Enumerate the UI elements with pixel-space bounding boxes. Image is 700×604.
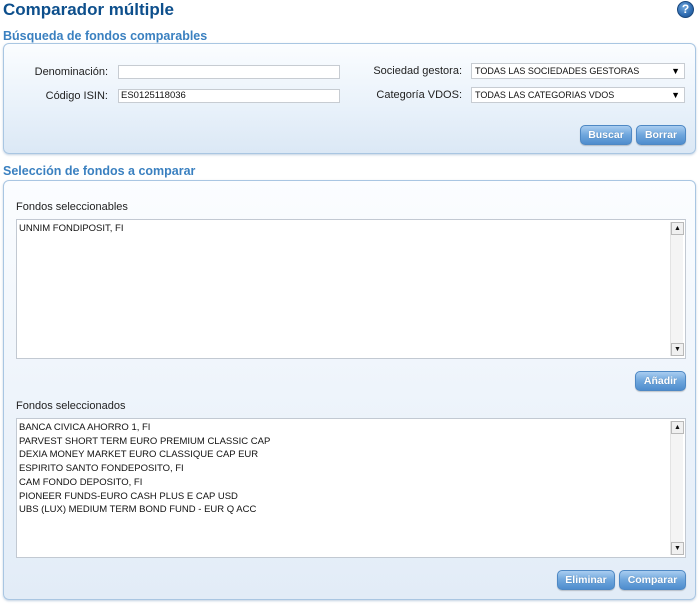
selected-funds-items: BANCA CIVICA AHORRO 1, FI PARVEST SHORT T…: [19, 421, 667, 517]
selected-funds-label: Fondos seleccionados: [16, 400, 126, 412]
list-item[interactable]: PARVEST SHORT TERM EURO PREMIUM CLASSIC …: [19, 435, 667, 449]
list-item[interactable]: UNNIM FONDIPOSIT, FI: [19, 222, 667, 236]
chevron-down-icon: ▼: [671, 90, 680, 100]
arrow-down-icon[interactable]: ▼: [671, 343, 684, 356]
list-item[interactable]: PIONEER FUNDS-EURO CASH PLUS E CAP USD: [19, 490, 667, 504]
borrar-button[interactable]: Borrar: [636, 125, 686, 145]
selected-funds-list[interactable]: BANCA CIVICA AHORRO 1, FI PARVEST SHORT T…: [16, 418, 686, 558]
categoria-label: Categoría VDOS:: [376, 89, 462, 101]
sociedad-label: Sociedad gestora:: [373, 65, 462, 77]
selectable-funds-list[interactable]: UNNIM FONDIPOSIT, FI ▲ ▼: [16, 219, 686, 359]
chevron-down-icon: ▼: [671, 66, 680, 76]
buscar-button[interactable]: Buscar: [580, 125, 632, 145]
page-title: Comparador múltiple: [3, 0, 174, 19]
remove-button[interactable]: Eliminar: [557, 570, 615, 590]
isin-input[interactable]: ES0125118036: [118, 89, 340, 103]
denominacion-input[interactable]: [118, 65, 340, 79]
sociedad-select-value: TODAS LAS SOCIEDADES GESTORAS: [475, 66, 640, 76]
list-item[interactable]: CAM FONDO DEPOSITO, FI: [19, 476, 667, 490]
add-button[interactable]: Añadir: [635, 371, 686, 391]
list-item[interactable]: BANCA CIVICA AHORRO 1, FI: [19, 421, 667, 435]
list-item[interactable]: DEXIA MONEY MARKET EURO CLASSIQUE CAP EU…: [19, 448, 667, 462]
compare-button[interactable]: Comparar: [619, 570, 686, 590]
sociedad-select[interactable]: TODAS LAS SOCIEDADES GESTORAS ▼: [471, 63, 685, 79]
help-icon[interactable]: ?: [677, 1, 694, 18]
arrow-up-icon[interactable]: ▲: [671, 421, 684, 434]
search-panel: Denominación: Código ISIN: ES0125118036 …: [3, 43, 696, 154]
search-section-title: Búsqueda de fondos comparables: [3, 29, 208, 43]
categoria-select[interactable]: TODAS LAS CATEGORIAS VDOS ▼: [471, 87, 685, 103]
arrow-down-icon[interactable]: ▼: [671, 542, 684, 555]
categoria-select-value: TODAS LAS CATEGORIAS VDOS: [475, 90, 615, 100]
selection-panel: Fondos seleccionables UNNIM FONDIPOSIT, …: [3, 180, 696, 600]
list-item[interactable]: ESPIRITO SANTO FONDEPOSITO, FI: [19, 462, 667, 476]
scrollbar[interactable]: ▲ ▼: [670, 222, 684, 356]
denominacion-label: Denominación:: [34, 66, 108, 78]
selectable-funds-items: UNNIM FONDIPOSIT, FI: [19, 222, 667, 236]
list-item[interactable]: UBS (LUX) MEDIUM TERM BOND FUND - EUR Q …: [19, 503, 667, 517]
isin-label: Código ISIN:: [45, 90, 108, 102]
arrow-up-icon[interactable]: ▲: [671, 222, 684, 235]
selection-section-title: Selección de fondos a comparar: [3, 164, 196, 178]
scrollbar[interactable]: ▲ ▼: [670, 421, 684, 555]
selectable-funds-label: Fondos seleccionables: [16, 201, 128, 213]
